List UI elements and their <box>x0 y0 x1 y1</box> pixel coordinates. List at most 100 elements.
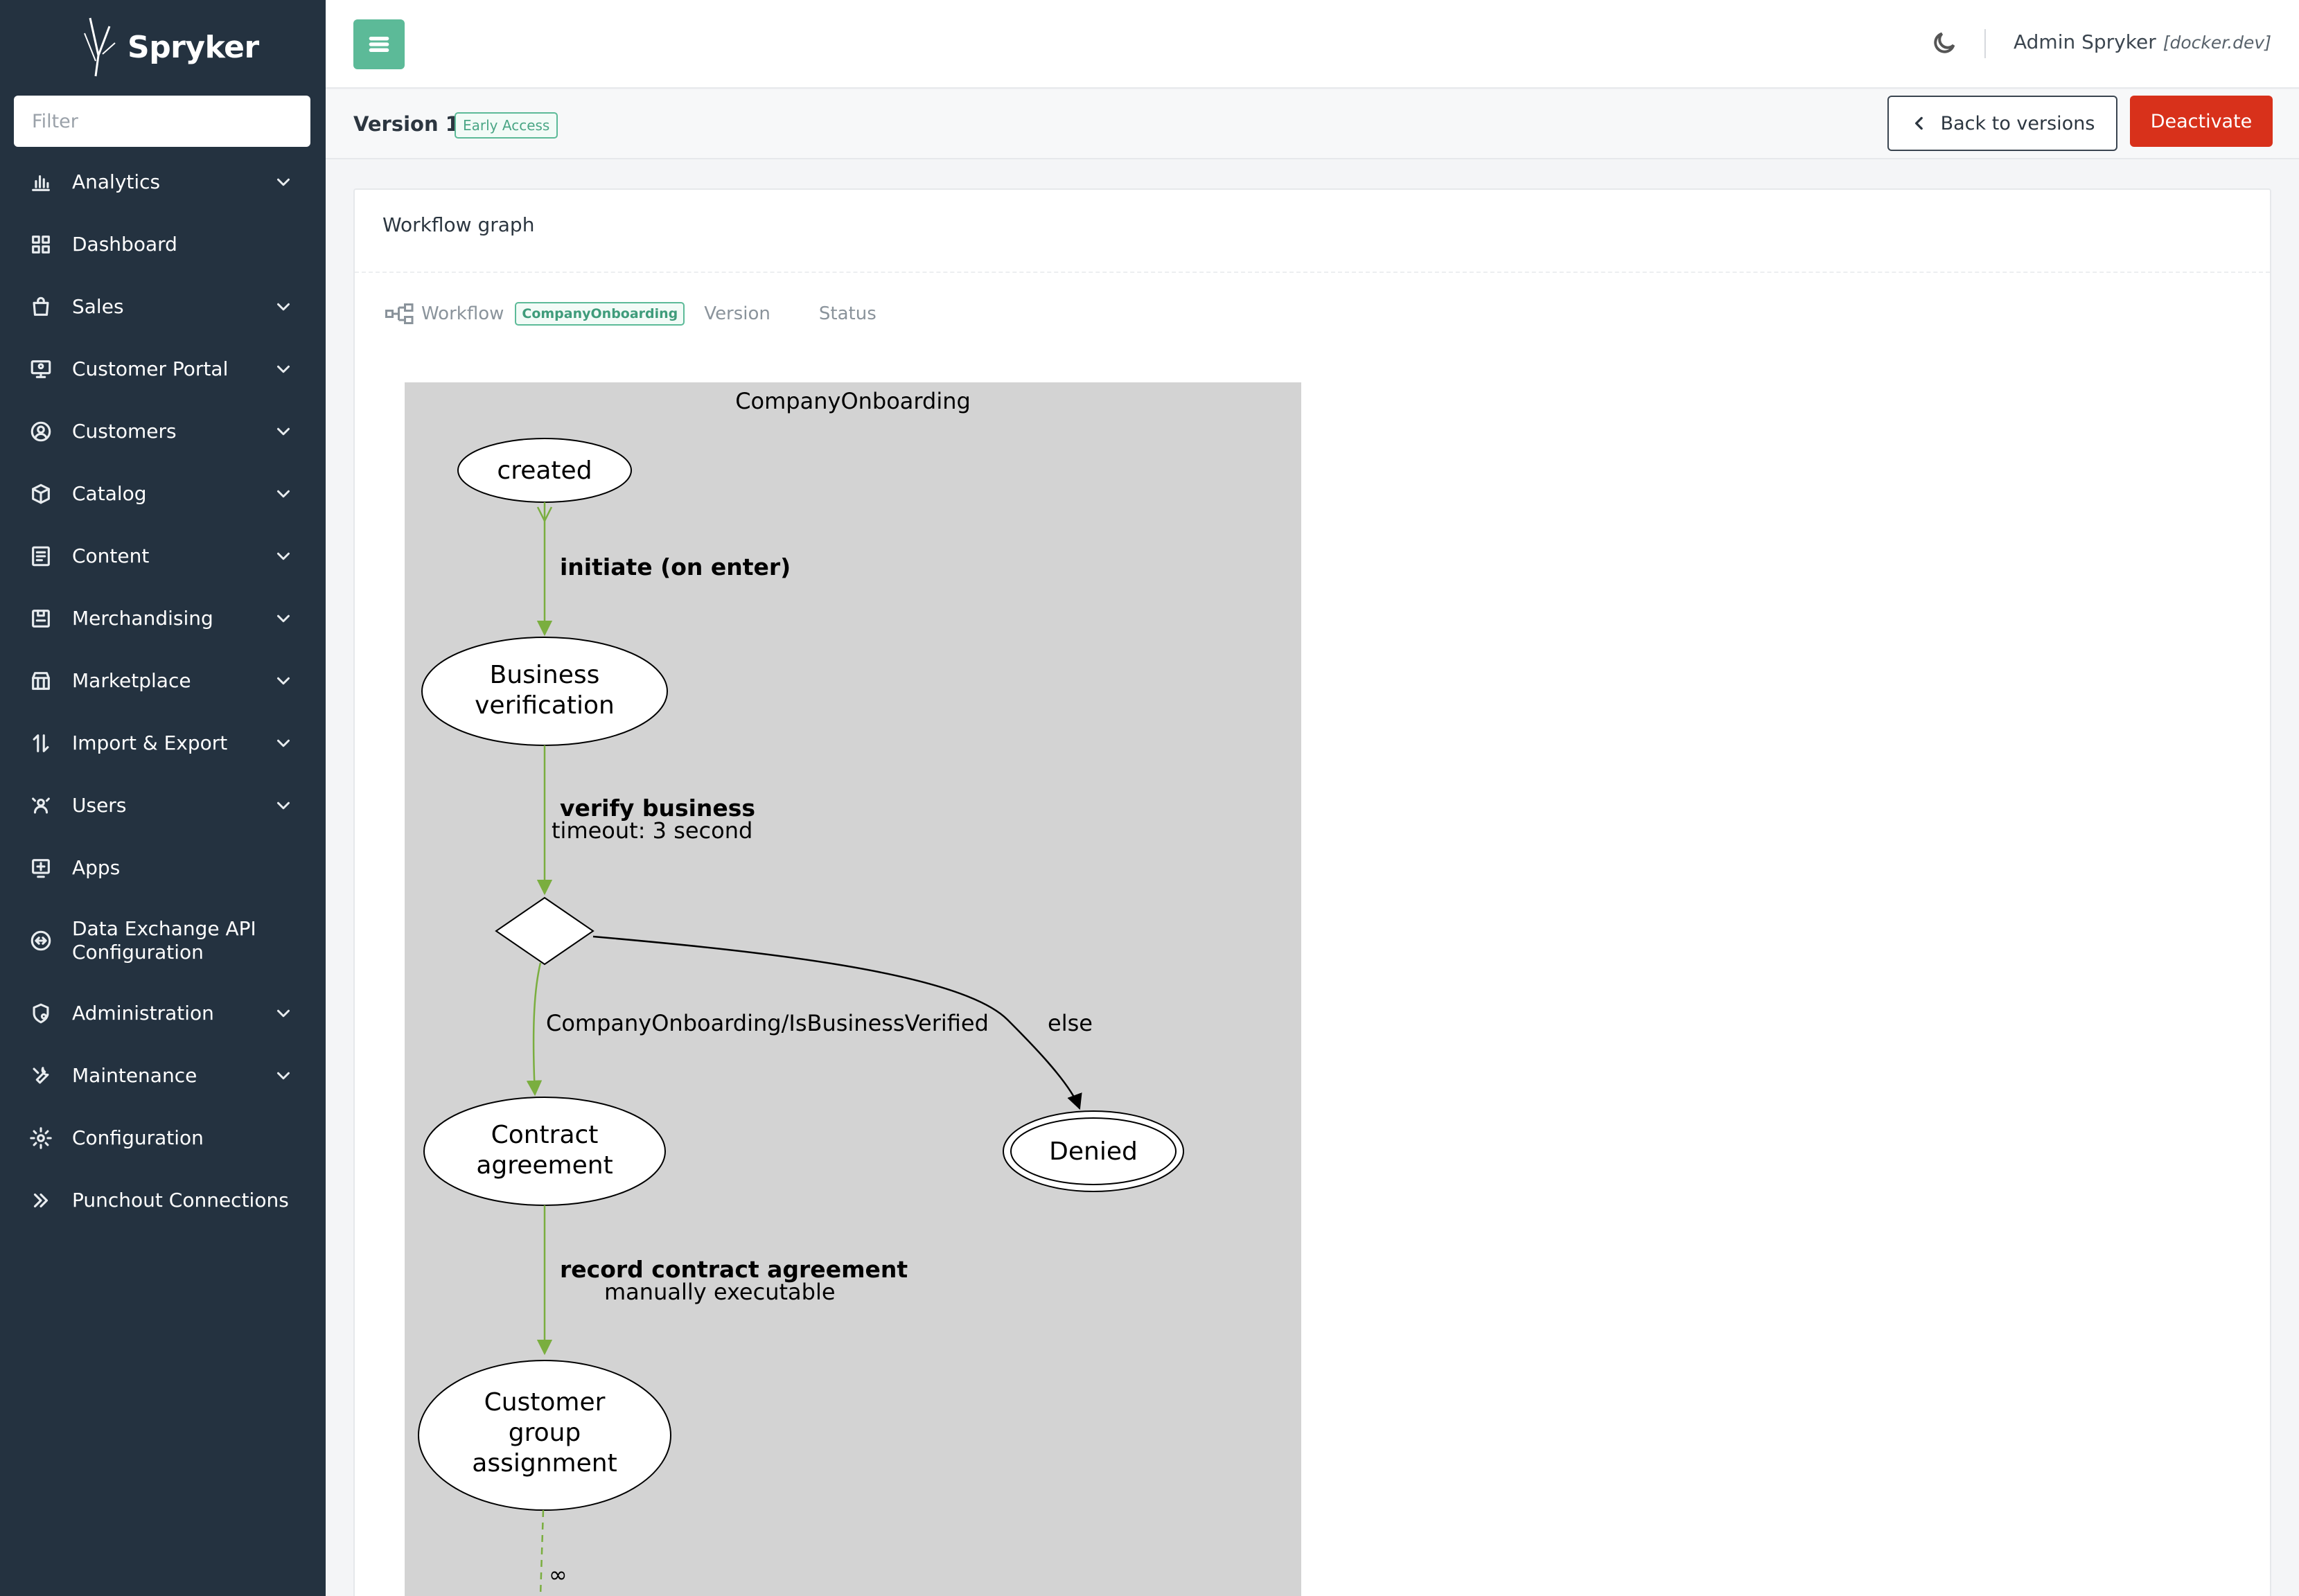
workflow-label: Workflow <box>421 303 504 324</box>
shield-gear-icon <box>28 1000 54 1027</box>
state-bv-line1: Business <box>490 661 600 689</box>
sidebar-item-label: Content <box>72 544 150 567</box>
chevron-down-icon[interactable] <box>273 733 294 754</box>
chevron-down-icon[interactable] <box>273 546 294 567</box>
divider <box>355 272 2270 273</box>
users-icon <box>28 792 54 819</box>
shopping-bag-icon <box>28 294 54 320</box>
state-contract-line2: agreement <box>476 1151 613 1180</box>
chevron-down-icon[interactable] <box>273 795 294 816</box>
sidebar-item-label: Dashboard <box>72 233 177 256</box>
workflow-meta: Workflow CompanyOnboarding Version Statu… <box>385 302 877 326</box>
chevron-down-icon[interactable] <box>273 608 294 629</box>
moon-icon <box>1934 32 1955 53</box>
sidebar-item-maintenance[interactable]: Maintenance <box>0 1054 326 1097</box>
sidebar-item-users[interactable]: Users <box>0 784 326 827</box>
page-title: Version 1 <box>353 112 459 136</box>
chevron-down-icon[interactable] <box>273 1065 294 1086</box>
sidebar-item-analytics[interactable]: Analytics <box>0 161 326 204</box>
state-cga-line1: Customer <box>484 1388 606 1417</box>
state-cga-line2: group <box>509 1419 581 1447</box>
sidebar-item-label: Catalog <box>72 482 147 505</box>
sidebar-item-catalog[interactable]: Catalog <box>0 472 326 515</box>
chevron-down-icon[interactable] <box>273 359 294 380</box>
sidebar-item-dashboard[interactable]: Dashboard <box>0 223 326 266</box>
state-cga-line3: assignment <box>472 1449 617 1478</box>
monitor-user-icon <box>28 356 54 382</box>
sidebar-item-label: Marketplace <box>72 669 191 692</box>
sidebar-item-punchout[interactable]: Punchout Connections <box>0 1179 326 1222</box>
sidebar-item-label: Data Exchange API Configuration <box>72 917 256 964</box>
workflow-graph-svg: CompanyOnboarding created initiate (on e… <box>405 382 1301 1596</box>
status-label: Status <box>818 303 877 324</box>
chevron-left-icon <box>1914 116 1923 130</box>
hamburger-icon <box>369 37 389 53</box>
chevron-down-icon[interactable] <box>273 296 294 317</box>
sidebar: Spryker Analytics Dashboard Sales Custom… <box>0 0 326 1596</box>
document-icon <box>28 543 54 569</box>
environment-label: [docker.dev] <box>2163 33 2271 53</box>
edge-condition-label: CompanyOnboarding/IsBusinessVerified <box>546 1010 989 1036</box>
grid-icon <box>28 231 54 258</box>
sidebar-item-configuration[interactable]: Configuration <box>0 1117 326 1160</box>
box-icon <box>28 481 54 507</box>
chevron-down-icon[interactable] <box>273 484 294 504</box>
sidebar-item-label: Customers <box>72 420 177 443</box>
edge-record-sub: manually executable <box>604 1279 836 1305</box>
exchange-icon <box>28 928 54 954</box>
sidebar-item-label: Merchandising <box>72 607 213 630</box>
menu-toggle-button[interactable] <box>353 19 405 69</box>
deactivate-button[interactable]: Deactivate <box>2130 96 2273 147</box>
brand-name: Spryker <box>127 29 259 65</box>
user-circle-icon <box>28 418 54 445</box>
chevron-down-icon[interactable] <box>273 1003 294 1024</box>
sidebar-item-label: Maintenance <box>72 1064 197 1087</box>
page-header: Version 1 Early Access Back to versions … <box>326 90 2299 159</box>
sidebar-item-apps[interactable]: Apps <box>0 846 326 889</box>
sidebar-item-data-exchange[interactable]: Data Exchange API Configuration <box>0 909 326 973</box>
sidebar-item-content[interactable]: Content <box>0 535 326 578</box>
workflow-graph: CompanyOnboarding created initiate (on e… <box>405 382 1301 1596</box>
dark-mode-toggle[interactable] <box>1930 29 1958 57</box>
sidebar-item-customer-portal[interactable]: Customer Portal <box>0 348 326 391</box>
sidebar-item-import-export[interactable]: Import & Export <box>0 722 326 765</box>
merch-icon <box>28 605 54 632</box>
plus-square-icon <box>28 855 54 881</box>
chevron-down-icon[interactable] <box>273 421 294 442</box>
edge-else-label: else <box>1048 1010 1093 1036</box>
arrows-updown-icon <box>28 730 54 756</box>
sidebar-item-label: Apps <box>72 856 121 879</box>
brand-logo[interactable]: Spryker <box>75 12 259 82</box>
sidebar-item-label: Users <box>72 794 127 817</box>
sidebar-item-merchandising[interactable]: Merchandising <box>0 597 326 640</box>
state-denied-label: Denied <box>1049 1137 1138 1166</box>
sidebar-item-administration[interactable]: Administration <box>0 992 326 1035</box>
sidebar-item-label: Customer Portal <box>72 357 229 380</box>
edge-verify-timeout: timeout: 3 second <box>552 817 752 844</box>
workflow-icon <box>385 303 414 324</box>
sidebar-item-sales[interactable]: Sales <box>0 285 326 328</box>
chevron-down-icon[interactable] <box>273 671 294 691</box>
user-menu[interactable]: Admin Spryker [docker.dev] <box>2014 30 2271 53</box>
early-access-badge: Early Access <box>455 112 558 139</box>
sidebar-item-label: Analytics <box>72 170 161 193</box>
version-label: Version <box>704 303 770 324</box>
workflow-name-badge: CompanyOnboarding <box>515 302 685 326</box>
store-icon <box>28 668 54 694</box>
back-button-label: Back to versions <box>1940 112 2095 134</box>
user-name: Admin Spryker <box>2014 30 2156 53</box>
sidebar-item-customers[interactable]: Customers <box>0 410 326 453</box>
edge-initiate-label: initiate (on enter) <box>560 553 791 580</box>
spryker-logo-icon <box>84 17 116 77</box>
state-contract-line1: Contract <box>491 1121 599 1149</box>
sidebar-item-label: Import & Export <box>72 732 228 754</box>
sidebar-item-label: Sales <box>72 295 124 318</box>
graph-title: CompanyOnboarding <box>735 388 971 414</box>
bar-chart-icon <box>28 169 54 195</box>
double-chevron-icon <box>28 1187 54 1214</box>
back-to-versions-button[interactable]: Back to versions <box>1887 96 2117 151</box>
sidebar-item-marketplace[interactable]: Marketplace <box>0 659 326 702</box>
filter-input[interactable] <box>14 96 310 147</box>
edge-loop-label: ∞ <box>549 1561 567 1588</box>
chevron-down-icon[interactable] <box>273 172 294 193</box>
